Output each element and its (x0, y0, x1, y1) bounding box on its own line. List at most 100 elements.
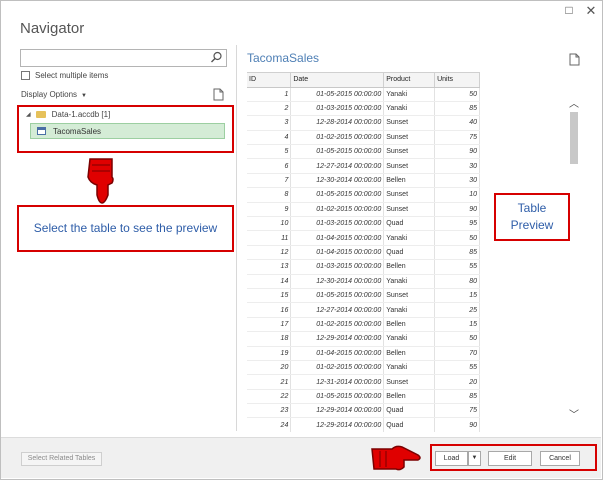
chevron-down-icon: ▼ (81, 93, 87, 99)
table-row[interactable]: 21 12-31-2014 00:00:00 Sunset 20 (247, 374, 480, 390)
table-row[interactable]: 8 01-05-2015 00:00:00 Sunset 10 (247, 187, 480, 203)
cell-date: 12-27-2014 00:00:00 (290, 158, 385, 174)
cell-id: 22 (247, 389, 292, 405)
tree-item-database[interactable]: ◢ Data-1.accdb [1] (26, 110, 110, 119)
cell-units: 55 (434, 360, 480, 376)
table-label: TacomaSales (53, 126, 102, 136)
cell-units: 80 (434, 274, 480, 289)
table-row[interactable]: 3 12-28-2014 00:00:00 Sunset 40 (247, 115, 480, 131)
cell-units: 95 (434, 216, 480, 232)
scroll-up-icon[interactable]: ︿ (568, 95, 580, 110)
preview-document-icon[interactable] (569, 53, 581, 66)
vertical-scrollbar[interactable]: ︿ ﹀ (568, 95, 580, 425)
column-header-id[interactable]: ID (247, 73, 292, 88)
scroll-thumb[interactable] (570, 112, 578, 164)
table-row[interactable]: 20 01-02-2015 00:00:00 Yanaki 55 (247, 360, 480, 376)
tree-item-table[interactable]: TacomaSales (30, 123, 225, 139)
cell-id: 1 (247, 87, 292, 102)
table-row[interactable]: 24 12-29-2014 00:00:00 Quad 90 (247, 417, 480, 432)
cell-product: Bellen (383, 317, 436, 333)
cell-date: 01-03-2015 00:00:00 (290, 101, 385, 117)
cell-product: Sunset (383, 202, 436, 218)
cancel-button[interactable]: Cancel (540, 451, 580, 466)
preview-grid[interactable]: ID Date Product Units 1 01-05-2015 00:00:… (247, 72, 480, 432)
table-row[interactable]: 1 01-05-2015 00:00:00 Yanaki 50 (247, 87, 480, 102)
scroll-down-icon[interactable]: ﹀ (568, 406, 580, 421)
edit-button[interactable]: Edit (488, 451, 532, 466)
cell-product: Yanaki (383, 87, 436, 102)
cell-id: 17 (247, 317, 292, 333)
table-row[interactable]: 16 12-27-2014 00:00:00 Yanaki 25 (247, 302, 480, 318)
cell-date: 01-05-2015 00:00:00 (290, 87, 385, 102)
table-row[interactable]: 19 01-04-2015 00:00:00 Bellen 70 (247, 346, 480, 361)
cell-units: 40 (434, 115, 480, 131)
table-row[interactable]: 13 01-03-2015 00:00:00 Bellen 55 (247, 259, 480, 275)
refresh-document-icon[interactable] (213, 88, 225, 101)
search-icon[interactable] (210, 51, 223, 64)
cell-product: Yanaki (383, 101, 436, 117)
display-options-label: Display Options (21, 90, 78, 99)
select-related-tables-button[interactable]: Select Related Tables (21, 452, 102, 466)
cell-date: 12-30-2014 00:00:00 (290, 173, 385, 189)
cell-date: 01-05-2015 00:00:00 (290, 288, 385, 304)
cell-product: Sunset (383, 158, 436, 174)
cell-units: 55 (434, 259, 480, 275)
table-row[interactable]: 14 12-30-2014 00:00:00 Yanaki 80 (247, 274, 480, 289)
cell-id: 12 (247, 245, 292, 261)
cell-units: 30 (434, 158, 480, 174)
search-input[interactable] (20, 49, 227, 67)
table-row[interactable]: 4 01-02-2015 00:00:00 Sunset 75 (247, 130, 480, 146)
cell-date: 01-02-2015 00:00:00 (290, 360, 385, 376)
cell-date: 01-04-2015 00:00:00 (290, 245, 385, 261)
close-button[interactable]: ✕ (584, 3, 598, 19)
cell-id: 2 (247, 101, 292, 117)
column-header-units[interactable]: Units (434, 73, 480, 88)
load-dropdown-arrow-icon[interactable]: ▼ (468, 451, 481, 466)
table-row[interactable]: 11 01-04-2015 00:00:00 Yanaki 50 (247, 230, 480, 246)
cell-units: 30 (434, 173, 480, 189)
maximize-button[interactable]: □ (562, 3, 576, 17)
cell-id: 5 (247, 144, 292, 160)
cell-product: Sunset (383, 288, 436, 304)
load-button[interactable]: Load (435, 451, 468, 466)
cell-id: 24 (247, 417, 292, 432)
table-row[interactable]: 23 12-29-2014 00:00:00 Quad 75 (247, 403, 480, 419)
cell-units: 85 (434, 101, 480, 117)
cell-product: Sunset (383, 115, 436, 131)
table-row[interactable]: 15 01-05-2015 00:00:00 Sunset 15 (247, 288, 480, 304)
table-row[interactable]: 10 01-03-2015 00:00:00 Quad 95 (247, 216, 480, 232)
cell-id: 4 (247, 130, 292, 146)
header-row: ID Date Product Units (247, 73, 480, 88)
cell-date: 01-02-2015 00:00:00 (290, 202, 385, 218)
cell-id: 18 (247, 331, 292, 347)
cell-units: 90 (434, 202, 480, 218)
cell-product: Sunset (383, 130, 436, 146)
cell-product: Bellen (383, 173, 436, 189)
cell-date: 01-02-2015 00:00:00 (290, 317, 385, 333)
table-row[interactable]: 22 01-05-2015 00:00:00 Bellen 85 (247, 389, 480, 405)
cell-date: 01-04-2015 00:00:00 (290, 346, 385, 361)
column-header-product[interactable]: Product (383, 73, 436, 88)
checkbox-box[interactable] (21, 71, 30, 80)
table-row[interactable]: 12 01-04-2015 00:00:00 Quad 85 (247, 245, 480, 261)
cell-id: 11 (247, 230, 292, 246)
table-row[interactable]: 7 12-30-2014 00:00:00 Bellen 30 (247, 173, 480, 189)
table-row[interactable]: 18 12-29-2014 00:00:00 Yanaki 50 (247, 331, 480, 347)
cell-units: 50 (434, 331, 480, 347)
table-row[interactable]: 2 01-03-2015 00:00:00 Yanaki 85 (247, 101, 480, 117)
table-row[interactable]: 17 01-02-2015 00:00:00 Bellen 15 (247, 317, 480, 333)
table-row[interactable]: 6 12-27-2014 00:00:00 Sunset 30 (247, 158, 480, 174)
expand-triangle-icon[interactable]: ◢ (26, 111, 31, 118)
cell-id: 16 (247, 302, 292, 318)
select-multiple-checkbox[interactable]: Select multiple items (21, 71, 108, 80)
table-row[interactable]: 9 01-02-2015 00:00:00 Sunset 90 (247, 202, 480, 218)
column-header-date[interactable]: Date (290, 73, 385, 88)
table-row[interactable]: 5 01-05-2015 00:00:00 Sunset 90 (247, 144, 480, 160)
cell-date: 01-02-2015 00:00:00 (290, 130, 385, 146)
cell-date: 12-29-2014 00:00:00 (290, 331, 385, 347)
cell-id: 19 (247, 346, 292, 361)
cell-product: Quad (383, 245, 436, 261)
display-options-dropdown[interactable]: Display Options ▼ (21, 90, 87, 99)
cell-date: 01-03-2015 00:00:00 (290, 259, 385, 275)
cell-units: 25 (434, 302, 480, 318)
